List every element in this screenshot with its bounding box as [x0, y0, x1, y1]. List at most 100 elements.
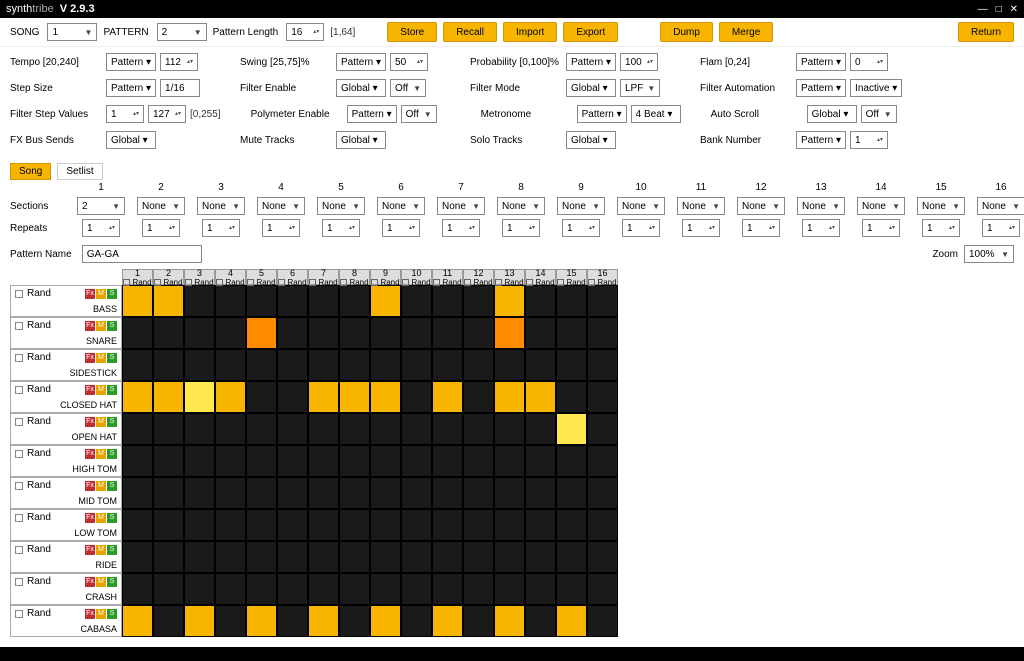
- filter-enable-value[interactable]: Off▼: [390, 79, 426, 97]
- step-cell[interactable]: [556, 541, 587, 573]
- step-cell[interactable]: [308, 573, 339, 605]
- step-cell[interactable]: [339, 381, 370, 413]
- step-cell[interactable]: [215, 541, 246, 573]
- step-cell[interactable]: [246, 509, 277, 541]
- step-cell[interactable]: [587, 413, 618, 445]
- track-rand-checkbox[interactable]: [15, 418, 23, 426]
- step-cell[interactable]: [525, 477, 556, 509]
- step-cell[interactable]: [556, 381, 587, 413]
- step-cell[interactable]: [556, 477, 587, 509]
- fx-badge[interactable]: Fx: [85, 609, 95, 619]
- track-rand-checkbox[interactable]: [15, 290, 23, 298]
- dump-button[interactable]: Dump: [660, 22, 713, 42]
- step-cell[interactable]: [339, 349, 370, 381]
- fx-badge[interactable]: Fx: [85, 513, 95, 523]
- section-select-10[interactable]: None▼: [617, 197, 665, 215]
- section-select-14[interactable]: None▼: [857, 197, 905, 215]
- step-cell[interactable]: [370, 285, 401, 317]
- step-cell[interactable]: [153, 573, 184, 605]
- step-cell[interactable]: [432, 317, 463, 349]
- filter-step-hi[interactable]: 127▴▾: [148, 105, 186, 123]
- step-cell[interactable]: [556, 413, 587, 445]
- repeat-input-14[interactable]: 1▴▾: [862, 219, 900, 237]
- step-cell[interactable]: [463, 381, 494, 413]
- step-cell[interactable]: [339, 605, 370, 637]
- polymeter-scope[interactable]: Pattern ▾: [347, 105, 397, 123]
- step-cell[interactable]: [556, 509, 587, 541]
- section-select-7[interactable]: None▼: [437, 197, 485, 215]
- song-select[interactable]: 1▼: [47, 23, 97, 41]
- solo-badge[interactable]: S: [107, 481, 117, 491]
- fx-badge[interactable]: Fx: [85, 385, 95, 395]
- filter-automation-scope[interactable]: Pattern ▾: [796, 79, 846, 97]
- step-cell[interactable]: [246, 413, 277, 445]
- step-header-16[interactable]: 16Rand: [587, 269, 618, 285]
- step-cell[interactable]: [525, 317, 556, 349]
- step-cell[interactable]: [215, 509, 246, 541]
- flam-scope[interactable]: Pattern ▾: [796, 53, 846, 71]
- step-cell[interactable]: [153, 413, 184, 445]
- step-cell[interactable]: [401, 509, 432, 541]
- step-cell[interactable]: [153, 349, 184, 381]
- step-cell[interactable]: [215, 317, 246, 349]
- step-cell[interactable]: [587, 349, 618, 381]
- step-cell[interactable]: [339, 413, 370, 445]
- probability-value[interactable]: 100▴▾: [620, 53, 658, 71]
- solo-scope[interactable]: Global ▾: [566, 131, 616, 149]
- step-cell[interactable]: [556, 605, 587, 637]
- step-header-3[interactable]: 3Rand: [184, 269, 215, 285]
- step-cell[interactable]: [153, 541, 184, 573]
- repeat-input-16[interactable]: 1▴▾: [982, 219, 1020, 237]
- filter-automation-value[interactable]: Inactive ▾: [850, 79, 902, 97]
- autoscroll-scope[interactable]: Global ▾: [807, 105, 857, 123]
- fx-badge[interactable]: Fx: [85, 577, 95, 587]
- tempo-scope[interactable]: Pattern ▾: [106, 53, 156, 71]
- step-cell[interactable]: [215, 477, 246, 509]
- step-cell[interactable]: [463, 445, 494, 477]
- step-cell[interactable]: [184, 509, 215, 541]
- autoscroll-value[interactable]: Off▼: [861, 105, 897, 123]
- step-cell[interactable]: [587, 285, 618, 317]
- step-cell[interactable]: [122, 381, 153, 413]
- step-cell[interactable]: [494, 381, 525, 413]
- solo-badge[interactable]: S: [107, 321, 117, 331]
- step-cell[interactable]: [432, 605, 463, 637]
- solo-badge[interactable]: S: [107, 577, 117, 587]
- step-cell[interactable]: [432, 349, 463, 381]
- section-select-8[interactable]: None▼: [497, 197, 545, 215]
- repeat-input-5[interactable]: 1▴▾: [322, 219, 360, 237]
- step-cell[interactable]: [556, 573, 587, 605]
- tab-setlist[interactable]: Setlist: [57, 163, 102, 180]
- step-cell[interactable]: [587, 477, 618, 509]
- import-button[interactable]: Import: [503, 22, 557, 42]
- step-cell[interactable]: [494, 445, 525, 477]
- track-rand-checkbox[interactable]: [15, 610, 23, 618]
- step-cell[interactable]: [277, 413, 308, 445]
- step-cell[interactable]: [339, 477, 370, 509]
- fx-badge[interactable]: Fx: [85, 481, 95, 491]
- track-rand-checkbox[interactable]: [15, 354, 23, 362]
- mute-badge[interactable]: M: [96, 353, 106, 363]
- repeat-input-12[interactable]: 1▴▾: [742, 219, 780, 237]
- step-cell[interactable]: [122, 541, 153, 573]
- filter-enable-scope[interactable]: Global ▾: [336, 79, 386, 97]
- step-cell[interactable]: [122, 477, 153, 509]
- step-cell[interactable]: [401, 605, 432, 637]
- step-cell[interactable]: [587, 445, 618, 477]
- step-cell[interactable]: [370, 413, 401, 445]
- step-cell[interactable]: [587, 509, 618, 541]
- close-icon[interactable]: ✕: [1010, 4, 1018, 15]
- step-cell[interactable]: [153, 285, 184, 317]
- repeat-input-1[interactable]: 1▴▾: [82, 219, 120, 237]
- step-cell[interactable]: [339, 541, 370, 573]
- merge-button[interactable]: Merge: [719, 22, 773, 42]
- step-cell[interactable]: [308, 381, 339, 413]
- step-cell[interactable]: [246, 349, 277, 381]
- mute-badge[interactable]: M: [96, 417, 106, 427]
- step-cell[interactable]: [215, 445, 246, 477]
- step-cell[interactable]: [246, 541, 277, 573]
- solo-badge[interactable]: S: [107, 353, 117, 363]
- track-rand-checkbox[interactable]: [15, 482, 23, 490]
- step-cell[interactable]: [494, 285, 525, 317]
- step-cell[interactable]: [184, 573, 215, 605]
